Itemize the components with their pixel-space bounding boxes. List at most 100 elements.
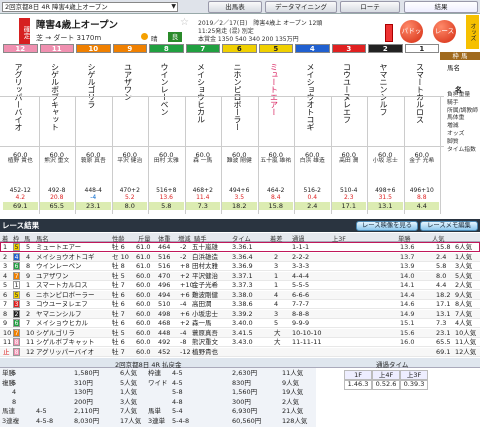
payout-amount: 2,630円	[232, 369, 258, 377]
jockey[interactable]: 白浜雄造	[192, 253, 218, 262]
watch-race-video-button[interactable]: レース映像を見る	[356, 221, 418, 231]
prediction-mark[interactable]	[368, 107, 403, 117]
body-weight: 468	[158, 319, 171, 327]
jockey-name[interactable]: 平沢 健治	[113, 158, 148, 165]
horse-name[interactable]: アグリッパーバイオ	[13, 63, 24, 139]
tab-results[interactable]: 結果	[404, 1, 478, 13]
post-number: 2	[368, 44, 403, 53]
jockey-name[interactable]: 金子 光希	[405, 158, 440, 165]
result-row[interactable]: 2 4 4 メイショウオトコギセ 10 61.0 516 -2 白浜雄造 3.36.4 2 2-2-…	[0, 252, 480, 262]
result-row[interactable]: 6 5 6 ニホンピロボーラー 牡 6 60.0 494 +6 難波剛健 3.38.0 4 6-6-6…	[0, 290, 480, 300]
passing-order: 6-6-6	[292, 290, 310, 299]
tab-rotation[interactable]: ローテ	[340, 1, 400, 13]
weight-diff: -2	[180, 252, 187, 261]
jockey[interactable]: 高田潤	[192, 300, 212, 309]
carried-weight: 60.0	[136, 300, 151, 308]
bookmark-icon[interactable]	[385, 24, 393, 42]
weight-diff: +6	[180, 290, 190, 299]
jockey[interactable]: 金子光希	[192, 281, 218, 290]
sex-age: 牡 7	[112, 309, 125, 318]
odds-button[interactable]: オッズ	[466, 15, 479, 49]
payout-amount: 830円	[232, 378, 251, 387]
prediction-mark[interactable]	[332, 107, 367, 117]
result-horse-name[interactable]: ヤマニンシルフ	[36, 310, 82, 319]
paddock-button[interactable]: パドック	[400, 20, 423, 58]
jockey[interactable]: 熊沢重文	[192, 338, 218, 347]
result-row[interactable]: 3 6 8 ウインレーベン牡 8 61.0 516 +8 田村太雅 3.36.9 3 3-3-3 13…	[0, 262, 480, 271]
jockey-name[interactable]: 森 一馬	[186, 158, 221, 165]
win-odds: 17.1	[331, 202, 366, 210]
tab-data-mining[interactable]: データマイニング	[265, 1, 337, 13]
result-row[interactable]: 9 6 7 メイショウヒカル 牡 6 60.0 468 +2 森一馬 3.40.0 5 9-9-9 15…	[0, 319, 480, 328]
prediction-mark[interactable]	[186, 107, 221, 117]
prediction-mark[interactable]	[405, 107, 440, 117]
prediction-mark[interactable]	[40, 107, 75, 117]
jockey[interactable]: 小坂忠士	[192, 310, 218, 319]
race-select-dropdown[interactable]: 2回京都8日 4R 障害4歳上オープン ▼	[2, 2, 178, 12]
jockey[interactable]: 蓑原真吾	[192, 329, 218, 338]
popularity: 11人気	[455, 338, 477, 346]
win-odds: 13.1	[368, 202, 403, 210]
win-odds: 65.5	[39, 202, 74, 210]
payout-combination: 5	[12, 369, 17, 377]
result-horse-name[interactable]: スマートカルロス	[36, 281, 88, 290]
result-horse-name[interactable]: シゲルゴリラ	[36, 329, 75, 338]
horse-name[interactable]: ニホンピロボーラー	[232, 63, 243, 139]
carried-weight: 60.0	[136, 309, 151, 318]
results-col-7: 増減	[178, 236, 191, 243]
horse-name[interactable]: ユアザワン	[123, 63, 134, 105]
result-row[interactable]: 5 1 1 スマートカルロス牡 7 60.0 496 +10 金子光希 3.37.3 1 5-5-5…	[0, 281, 480, 290]
tab-entries[interactable]: 出馬表	[208, 1, 262, 13]
carried-weight: 60.0	[136, 338, 151, 346]
result-row[interactable]: 4 7 9 ユアザワン 牡 5 60.0 470 +2 平沢健治 3.37.1 1 4-4-4 14.0…	[0, 271, 480, 281]
jockey-name[interactable]: 植野 貴也	[3, 158, 38, 165]
column-divider	[440, 96, 441, 214]
body-weight: 452	[158, 347, 171, 356]
payout-amount: 200円	[74, 397, 93, 406]
prediction-mark[interactable]	[259, 107, 294, 117]
jockey[interactable]: 植野貴也	[192, 348, 218, 357]
horse-name[interactable]: シゲルゴリラ	[86, 63, 97, 113]
prediction-mark[interactable]	[222, 107, 257, 117]
result-horse-name[interactable]: アグリッパーバイオ	[36, 348, 94, 357]
jockey[interactable]: 森一馬	[192, 319, 212, 328]
jockey-name[interactable]: 高田 潤	[332, 158, 367, 165]
prediction-mark[interactable]	[76, 107, 111, 117]
result-row[interactable]: 止 8 12 アグリッパーバイオ 牡 7 60.0 452 -12 植野貴也 69.1 12人気	[0, 347, 480, 357]
jockey-name[interactable]: 白浜 雄造	[295, 158, 330, 165]
jockey-name[interactable]: 熊沢 重文	[40, 158, 75, 165]
body-weight: 470	[158, 271, 171, 280]
edit-race-memo-button[interactable]: レースメモ編集	[420, 221, 478, 231]
result-row[interactable]: 8 2 2 ヤマニンシルフ牡 7 60.0 498 +6 小坂忠士 3.39.2 3 8-8-8 14…	[0, 309, 480, 319]
payout-popularity: 5人気	[120, 378, 138, 387]
jockey[interactable]: 田村太雅	[192, 262, 218, 271]
horse-name[interactable]: シゲルボブキャット	[50, 63, 61, 139]
jockey-name[interactable]: 田村 太雅	[149, 158, 184, 165]
weight-diff: -4	[180, 328, 187, 337]
jockey-name[interactable]: 蓑原 真吾	[76, 158, 111, 165]
favorite-star-icon[interactable]: ☆	[180, 17, 189, 28]
prediction-mark[interactable]	[149, 107, 184, 117]
result-horse-name[interactable]: メイショウオトコギ	[36, 253, 95, 262]
result-row[interactable]: 10 7 10 シゲルゴリラ牡 5 60.0 448 -4 蓑原真吾 3.41.5 大 10-10-…	[0, 328, 480, 338]
prediction-mark[interactable]	[113, 107, 148, 117]
result-horse-name[interactable]: ニホンピロボーラー	[36, 291, 95, 300]
race-video-button[interactable]: レース	[433, 20, 456, 43]
horse-name[interactable]: メイショウオトコギ	[305, 63, 316, 139]
frame-number: 6	[13, 262, 20, 270]
jockey-name[interactable]: 難波 剛健	[222, 158, 257, 165]
result-horse-name[interactable]: ウインレーベン	[36, 262, 82, 271]
result-row[interactable]: 7 3 3 コウユーヌレエフ牡 6 60.0 510 -4 高田潤 3.38.6 4 7-7-7 14…	[0, 300, 480, 309]
body-weight: 492	[158, 338, 171, 346]
jockey-name[interactable]: 五十嵐 雄祐	[259, 158, 294, 165]
result-horse-name[interactable]: メイショウヒカル	[36, 319, 88, 328]
jockey-name[interactable]: 小坂 忠士	[368, 158, 403, 165]
result-row[interactable]: 11 8 11 シゲルボブキャット牡 6 60.0 492 -8 熊沢重文 3.43.0 大 11-…	[0, 338, 480, 347]
result-horse-name[interactable]: ユアザワン	[36, 272, 69, 281]
jockey[interactable]: 平沢健治	[192, 272, 218, 281]
jockey[interactable]: 難波剛健	[192, 291, 218, 300]
prediction-mark[interactable]	[295, 107, 330, 117]
result-horse-name[interactable]: シゲルボブキャット	[36, 338, 95, 347]
result-horse-name[interactable]: コウユーヌレエフ	[36, 300, 88, 309]
prediction-mark[interactable]	[3, 107, 38, 117]
